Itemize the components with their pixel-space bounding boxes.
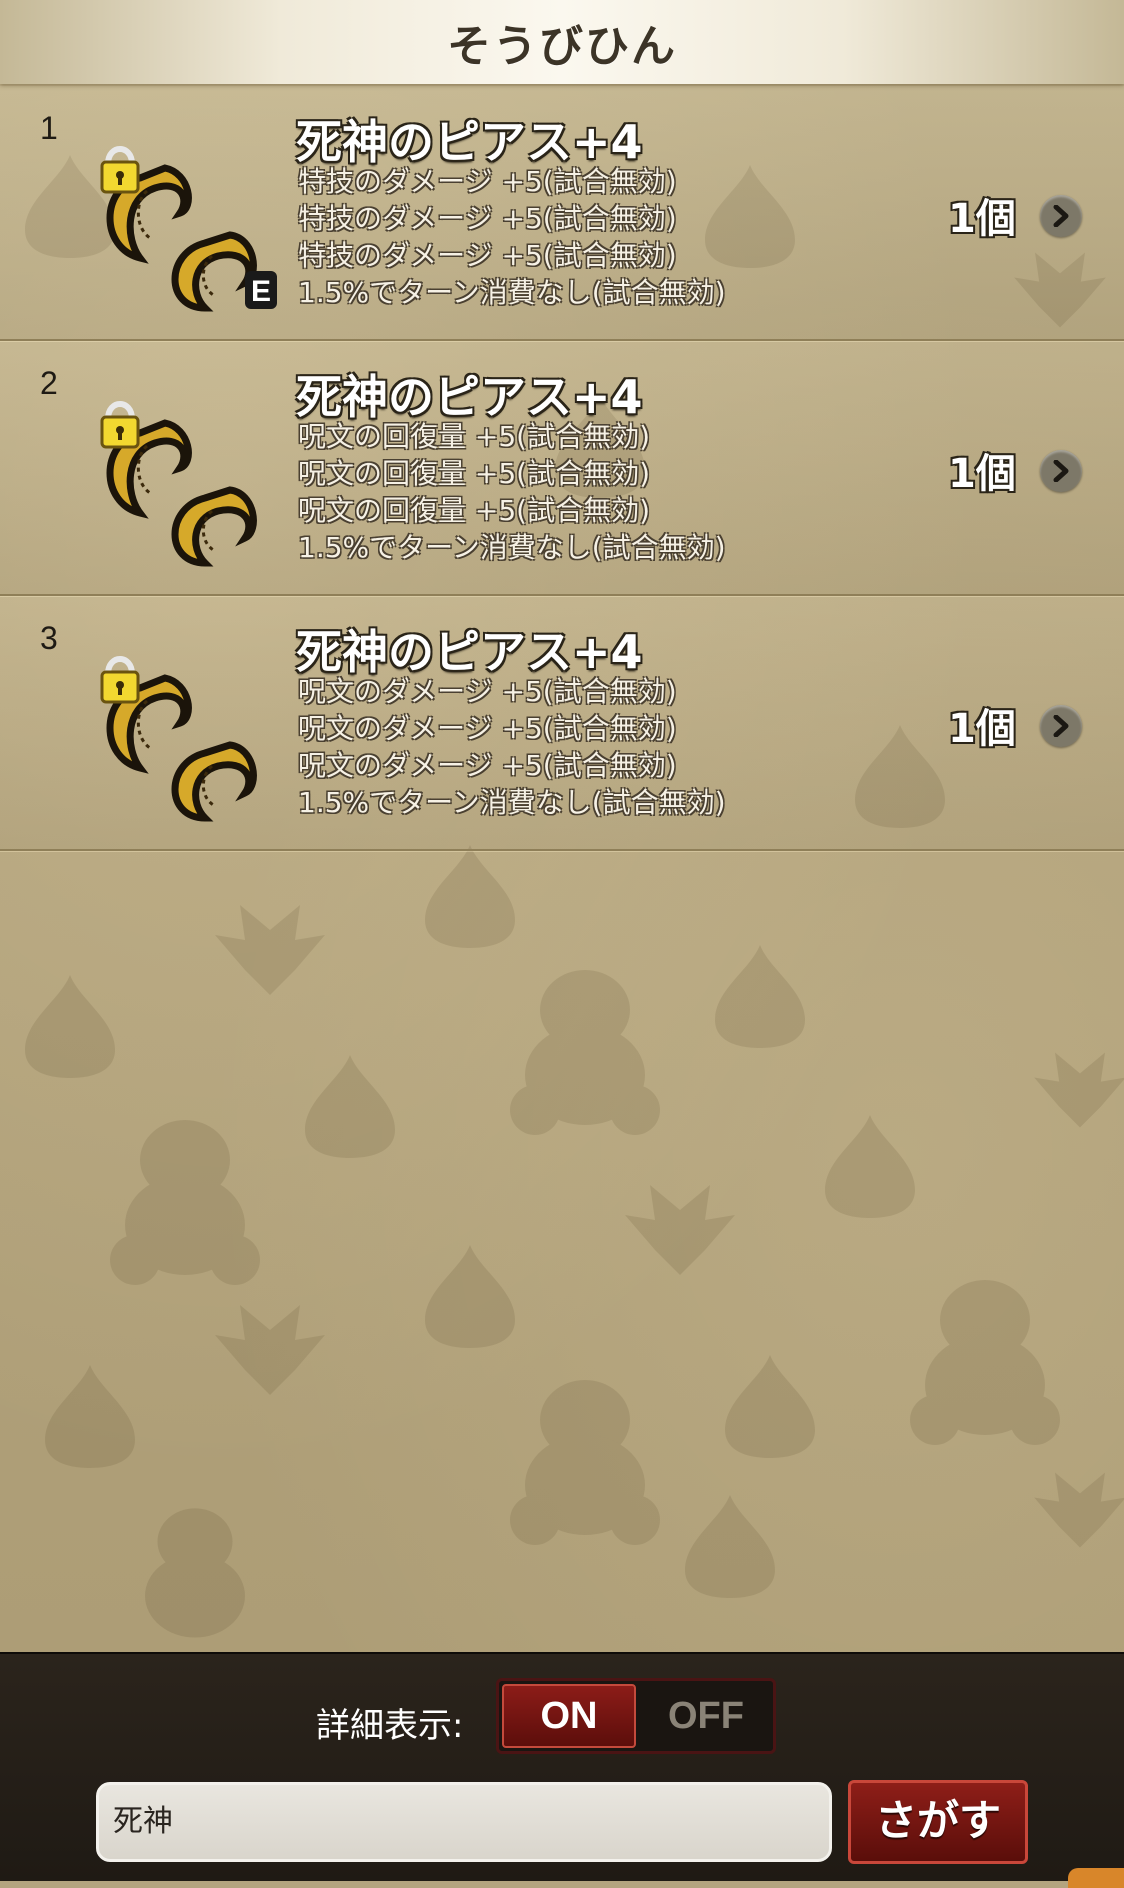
row-index: 2 (40, 365, 58, 401)
effect-line: 特技のダメージ +5(試合無効) (298, 202, 677, 235)
slime-watermark-icon (725, 1355, 815, 1458)
earring-item-icon: E (100, 146, 277, 312)
bat-watermark-icon (215, 1305, 325, 1395)
monster-watermark-icon (510, 1380, 660, 1545)
item-quantity: 1個 (948, 706, 1016, 752)
search-input[interactable]: 死神 (96, 1782, 832, 1862)
row-index: 1 (40, 110, 58, 146)
equipped-badge: E (245, 271, 277, 309)
equipment-row[interactable]: 1 E 死神のピアス+4 特技のダメージ +5(試合無効) 特技のダメージ +5… (0, 86, 1124, 341)
slime-watermark-icon (25, 975, 115, 1078)
effect-line: 呪文の回復量 +5(試合無効) (298, 494, 651, 527)
effect-line: 呪文のダメージ +5(試合無効) (298, 749, 677, 782)
effect-line: 1.5%でターン消費なし(試合無効) (298, 531, 726, 564)
earring-item-icon (100, 656, 257, 822)
bat-watermark-icon (215, 905, 325, 995)
bat-watermark-icon (1034, 1472, 1124, 1548)
effect-list: 呪文の回復量 +5(試合無効) 呪文の回復量 +5(試合無効) 呪文の回復量 +… (298, 418, 726, 566)
chevron-right-icon[interactable] (1040, 450, 1082, 492)
effect-line: 1.5%でターン消費なし(試合無効) (298, 276, 726, 309)
earring-item-icon (100, 401, 257, 567)
monster-watermark-icon (910, 1280, 1060, 1445)
slime-watermark-icon (305, 1055, 395, 1158)
effect-line: 呪文の回復量 +5(試合無効) (298, 420, 651, 453)
slime-watermark-icon (45, 1365, 135, 1468)
chevron-right-icon[interactable] (1040, 705, 1082, 747)
effect-line: 呪文のダメージ +5(試合無効) (298, 712, 677, 745)
slime-watermark-icon (685, 1495, 775, 1598)
monster-watermark-icon (510, 970, 660, 1135)
effect-line: 呪文のダメージ +5(試合無効) (298, 675, 677, 708)
bat-watermark-icon (625, 1185, 735, 1275)
lock-icon (100, 146, 140, 194)
title-bar: そうびひん (0, 0, 1124, 84)
page-title: そうびひん (447, 21, 677, 72)
slime-watermark-icon (425, 1245, 515, 1348)
chevron-right-icon[interactable] (1040, 195, 1082, 237)
monster-watermark-icon (145, 1508, 245, 1638)
effect-list: 特技のダメージ +5(試合無効) 特技のダメージ +5(試合無効) 特技のダメー… (298, 163, 726, 311)
detail-display-label: 詳細表示: (316, 1706, 464, 1746)
effect-list: 呪文のダメージ +5(試合無効) 呪文のダメージ +5(試合無効) 呪文のダメー… (298, 673, 726, 821)
row-index: 3 (40, 620, 58, 656)
equipment-row[interactable]: 2 死神のピアス+4 呪文の回復量 +5(試合無効) 呪文の回復量 +5(試合無… (0, 341, 1124, 596)
equipment-list: 1 E 死神のピアス+4 特技のダメージ +5(試合無効) 特技のダメージ +5… (0, 86, 1124, 851)
footer-controls: 詳細表示: ON OFF 死神 さがす (0, 1652, 1124, 1881)
monster-watermark-icon (110, 1120, 260, 1285)
slime-watermark-icon (425, 845, 515, 948)
item-quantity: 1個 (948, 196, 1016, 242)
toggle-on-button[interactable]: ON (502, 1684, 636, 1748)
item-quantity: 1個 (948, 451, 1016, 497)
equipment-row[interactable]: 3 死神のピアス+4 呪文のダメージ +5(試合無効) 呪文のダメージ +5(試… (0, 596, 1124, 851)
search-button[interactable]: さがす (848, 1780, 1028, 1864)
slime-watermark-icon (715, 945, 805, 1048)
effect-line: 特技のダメージ +5(試合無効) (298, 239, 677, 272)
effect-line: 1.5%でターン消費なし(試合無効) (298, 786, 726, 819)
lock-icon (100, 401, 140, 449)
equipped-badge-text: E (251, 275, 271, 308)
bat-watermark-icon (1034, 1052, 1124, 1128)
effect-line: 特技のダメージ +5(試合無効) (298, 165, 677, 198)
lock-icon (100, 656, 140, 704)
detail-display-toggle: ON OFF (496, 1678, 776, 1754)
corner-notification (1068, 1868, 1124, 1888)
effect-line: 呪文の回復量 +5(試合無効) (298, 457, 651, 490)
slime-watermark-icon (825, 1115, 915, 1218)
toggle-off-button[interactable]: OFF (639, 1684, 773, 1748)
